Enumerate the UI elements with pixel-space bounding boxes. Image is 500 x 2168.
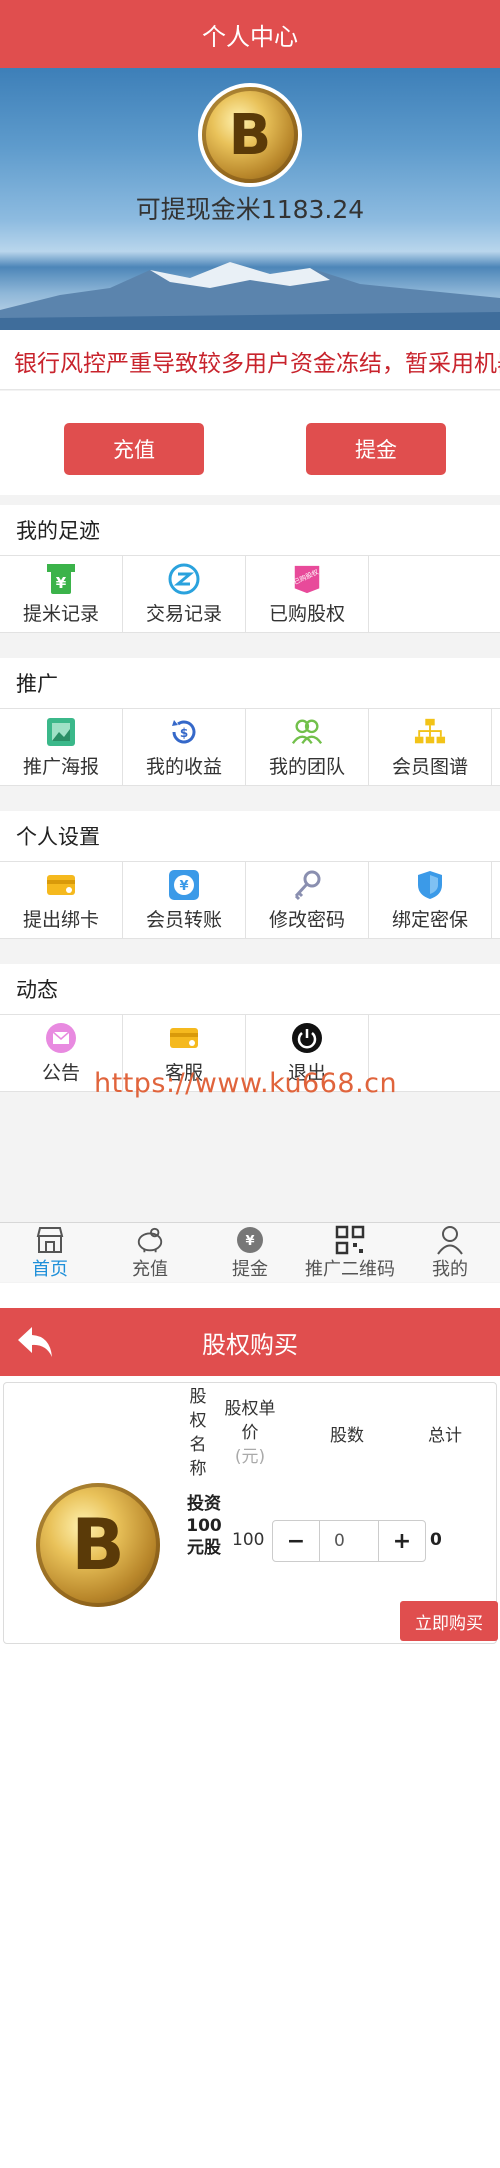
menu-item-withdraw-records[interactable]: ¥ 提米记录: [0, 556, 123, 632]
section-title-news: 动态: [0, 964, 500, 1014]
back-arrow-icon: [18, 1327, 52, 1357]
shop-icon: [35, 1225, 65, 1255]
column-header-total: 总计: [428, 1426, 462, 1446]
qr-code-icon: [335, 1225, 365, 1255]
tab-label: 我的: [432, 1259, 468, 1280]
menu-item-label: 会员图谱: [391, 755, 468, 778]
recharge-button[interactable]: 充值: [64, 423, 204, 475]
product-price: 100: [232, 1530, 265, 1550]
mail-icon: [45, 1022, 77, 1054]
menu-item-purchased-equity[interactable]: 已购股权 已购股权: [246, 556, 369, 632]
tab-mine[interactable]: 我的: [400, 1223, 500, 1283]
product-total: 0: [430, 1530, 442, 1550]
svg-text:¥: ¥: [179, 879, 188, 894]
menu-item-bind-card[interactable]: 提出绑卡: [0, 862, 123, 938]
scrolling-notice: 银行风控严重导致较多用户资金冻结，暂采用机器: [0, 330, 500, 390]
site-watermark: https://www.ku668.cn: [94, 1068, 398, 1099]
product-name: 投资100元股: [186, 1494, 222, 1558]
decrement-button[interactable]: −: [273, 1521, 319, 1561]
menu-item-my-team[interactable]: 我的团队: [246, 709, 369, 785]
profile-screen: 个人中心 B 可提现金米1183.24 银行风控严重导致较多用户资金冻结，暂采用…: [0, 0, 500, 1283]
tab-withdraw[interactable]: ¥ 提金: [200, 1223, 300, 1283]
svg-text:¥: ¥: [56, 574, 67, 592]
svg-text:$: $: [180, 726, 188, 740]
column-header-unit-price: 股权单价 (元): [224, 1399, 276, 1467]
menu-item-bind-security[interactable]: 绑定密保: [369, 862, 492, 938]
svg-text:¥: ¥: [245, 1234, 254, 1249]
earnings-cycle-icon: $: [168, 716, 200, 748]
column-header-equity-name: 股权名称: [189, 1387, 207, 1479]
menu-item-label: 提米记录: [22, 602, 99, 625]
tab-home[interactable]: 首页: [0, 1223, 100, 1283]
section-title-footprint: 我的足迹: [0, 505, 500, 555]
menu-item-label: 提出绑卡: [22, 908, 99, 931]
tab-label: 提金: [232, 1259, 268, 1280]
menu-item-trade-records[interactable]: 交易记录: [123, 556, 246, 632]
equity-purchase-screen: 股权购买 B 股权名称 股权单价 (元) 股数 总计 投资100元股 100 −…: [0, 1300, 500, 2168]
bottom-tab-bar: 首页 充值 ¥ 提金 推广二维码 我的: [0, 1222, 500, 1282]
page-title: 股权购买: [202, 1330, 298, 1359]
menu-item-change-password[interactable]: 修改密码: [246, 862, 369, 938]
avatar[interactable]: B: [198, 83, 302, 187]
purchase-title-bar: 股权购买: [0, 1308, 500, 1376]
notice-text: 银行风控严重导致较多用户资金冻结，暂采用机器: [14, 351, 500, 377]
team-icon: [291, 716, 323, 748]
settings-grid: 提出绑卡 ¥ 会员转账 修改密码 绑定密保: [0, 861, 500, 939]
back-button[interactable]: [14, 1322, 58, 1362]
profile-hero-banner: B 可提现金米1183.24: [0, 68, 500, 330]
mountain-background-image: [0, 262, 500, 330]
coin-icon: ¥: [235, 1225, 265, 1255]
quantity-stepper: − 0 +: [272, 1520, 426, 1562]
menu-item-my-earnings[interactable]: $ 我的收益: [123, 709, 246, 785]
profile-title-bar: 个人中心: [0, 0, 500, 68]
withdrawable-balance: 可提现金米1183.24: [135, 195, 365, 224]
menu-item-label: 已购股权: [268, 602, 345, 625]
tab-promo-qrcode[interactable]: 推广二维码: [300, 1223, 400, 1283]
power-icon: [291, 1022, 323, 1054]
menu-item-label: 我的收益: [145, 755, 222, 778]
bitcoin-coin-icon: B: [36, 1483, 160, 1607]
atm-yen-icon: ¥: [45, 563, 77, 595]
menu-item-member-transfer[interactable]: ¥ 会员转账: [123, 862, 246, 938]
menu-item-label: 交易记录: [145, 602, 222, 625]
key-icon: [291, 869, 323, 901]
buy-now-button[interactable]: 立即购买: [400, 1601, 498, 1641]
purchased-tag-icon: 已购股权: [291, 563, 323, 595]
transfer-yen-icon: ¥: [168, 869, 200, 901]
promotion-grid: 推广海报 $ 我的收益 我的团队 会员图谱: [0, 708, 500, 786]
section-title-promotion: 推广: [0, 658, 500, 708]
equity-product-card: B 股权名称 股权单价 (元) 股数 总计 投资100元股 100 − 0 + …: [3, 1382, 498, 1644]
transfer-z-icon: [168, 563, 200, 595]
page-title: 个人中心: [202, 22, 298, 51]
service-card-icon: [168, 1022, 200, 1054]
menu-item-label: 会员转账: [145, 908, 222, 931]
bitcoin-coin-icon: B: [202, 87, 298, 183]
user-icon: [435, 1225, 465, 1255]
column-header-shares: 股数: [330, 1426, 364, 1446]
menu-item-member-chart[interactable]: 会员图谱: [369, 709, 492, 785]
withdraw-button[interactable]: 提金: [306, 423, 446, 475]
action-buttons: 充值 提金: [0, 391, 500, 495]
tab-label: 首页: [32, 1259, 68, 1280]
footprint-grid: ¥ 提米记录 交易记录 已购股权 已购股权: [0, 555, 500, 633]
menu-item-label: 推广海报: [22, 755, 99, 778]
menu-item-promo-poster[interactable]: 推广海报: [0, 709, 123, 785]
quantity-input[interactable]: 0: [319, 1521, 379, 1561]
shield-icon: [414, 869, 446, 901]
menu-item-label: 公告: [41, 1061, 80, 1084]
menu-item-label: 绑定密保: [391, 908, 468, 931]
piggy-bank-icon: [135, 1225, 165, 1255]
increment-button[interactable]: +: [379, 1521, 425, 1561]
bank-card-icon: [45, 869, 77, 901]
price-unit: (元): [234, 1447, 266, 1467]
menu-item-label: 我的团队: [268, 755, 345, 778]
menu-item-label: 修改密码: [268, 908, 345, 931]
org-chart-icon: [414, 716, 446, 748]
tab-label: 推广二维码: [305, 1259, 395, 1280]
poster-image-icon: [45, 716, 77, 748]
section-title-settings: 个人设置: [0, 811, 500, 861]
tab-recharge[interactable]: 充值: [100, 1223, 200, 1283]
tab-label: 充值: [132, 1259, 168, 1280]
